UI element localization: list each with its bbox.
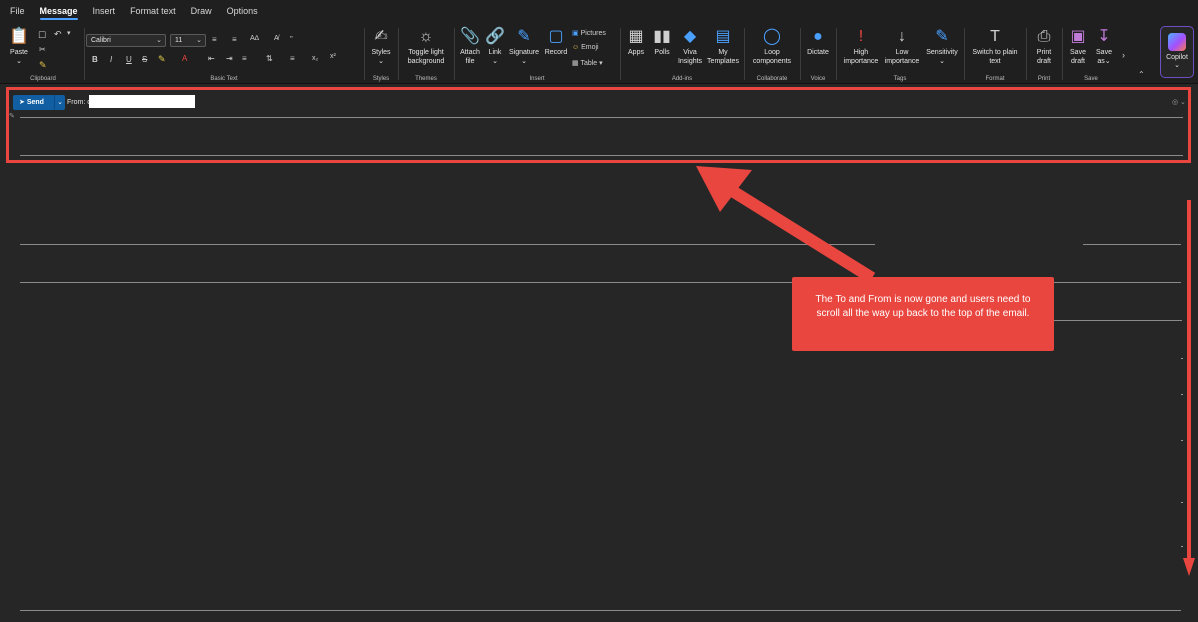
annotation-callout: The To and From is now gone and users ne… — [792, 277, 1054, 351]
arrow-to-header-head — [696, 166, 752, 212]
scroll-arrow-head — [1183, 558, 1195, 576]
arrow-to-header-shaft — [714, 176, 876, 284]
